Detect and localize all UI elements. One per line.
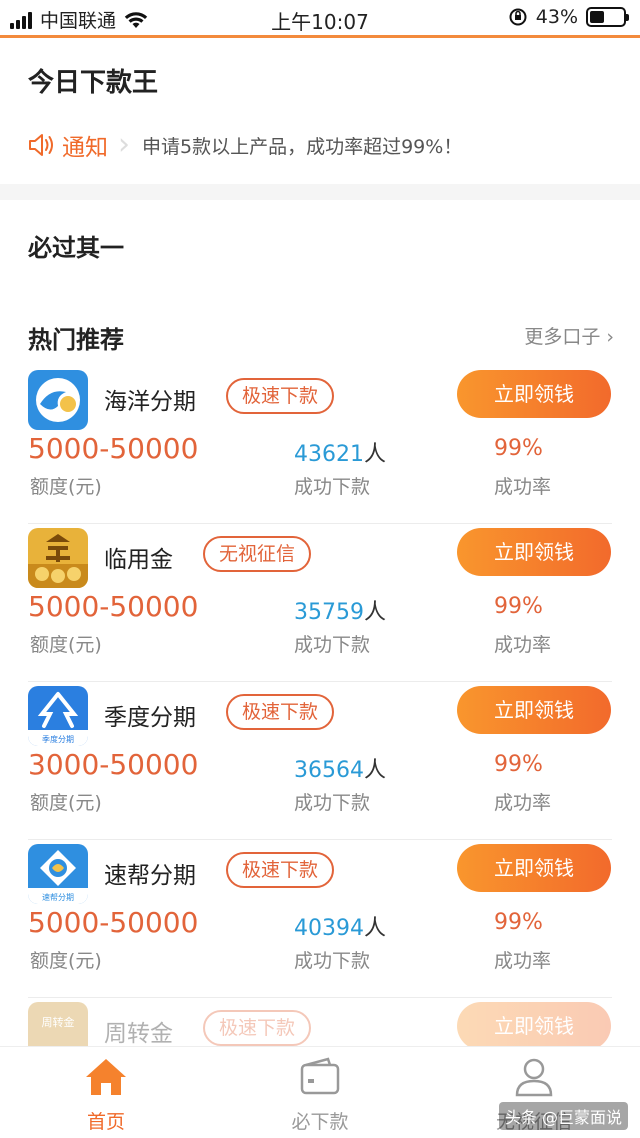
subang-logo-text: 速帮分期 [42,892,74,902]
success-rate: 99% [494,436,543,461]
amount-label: 额度(元) [30,792,102,814]
notice-label: 通知 [62,135,108,161]
success-count: 35759人 [294,594,386,626]
amount-range: 5000-50000 [28,432,199,465]
success-count-value: 40394 [294,916,364,941]
product-name: 季度分期 [104,705,196,731]
product-row[interactable]: 海洋分期 极速下款 立即领钱 5000-50000 额度(元) 43621人 成… [0,366,640,524]
success-count-unit: 人 [364,758,387,783]
header-accent-line [0,35,640,38]
success-count-unit: 人 [364,600,387,625]
success-rate-label: 成功率 [494,950,552,972]
claim-money-button[interactable]: 立即领钱 [457,844,611,892]
success-count-label: 成功下款 [294,476,371,498]
product-row[interactable]: 速帮分期 速帮分期 极速下款 立即领钱 5000-50000 额度(元) 403… [0,840,640,998]
section-separator [0,184,640,200]
amount-label: 额度(元) [30,950,102,972]
rotation-lock-icon [509,8,527,26]
product-tag: 极速下款 [203,1010,312,1046]
success-rate-label: 成功率 [494,476,552,498]
tab-must-loan[interactable]: 必下款 [240,1055,400,1134]
ocean-wave-icon [28,370,88,430]
amount-label: 额度(元) [30,476,102,498]
product-tag: 极速下款 [226,694,335,730]
battery-percent: 43% [535,6,578,28]
product-name: 周转金 [104,1021,173,1047]
success-count-unit: 人 [364,442,387,467]
zhouzhuan-logo-text: 周转金 [42,1015,75,1029]
success-rate: 99% [494,752,543,777]
product-row[interactable]: 季度分期 季度分期 极速下款 立即领钱 3000-50000 额度(元) 365… [0,682,640,840]
page-title: 今日下款王 [28,68,159,98]
quarter-logo-text: 季度分期 [42,734,74,744]
tab-label: 首页 [86,1111,125,1133]
tab-label: 必下款 [291,1111,349,1133]
success-count-label: 成功下款 [294,792,371,814]
watermark: 头条 @巨蒙面说 [498,1102,628,1130]
chevron-right-icon: › [118,127,130,162]
amount-label: 额度(元) [30,634,102,656]
amount-range: 3000-50000 [28,748,199,781]
product-name: 临用金 [104,547,173,573]
claim-money-button[interactable]: 立即领钱 [457,686,611,734]
must-pass-heading: 必过其一 [28,234,124,262]
success-rate-label: 成功率 [494,792,552,814]
claim-money-button[interactable]: 立即领钱 [457,370,611,418]
battery-icon [586,7,629,27]
product-tag: 无视征信 [203,536,312,572]
home-icon [86,1059,126,1095]
success-count: 36564人 [294,752,386,784]
amount-range: 5000-50000 [28,906,199,939]
product-tag: 极速下款 [226,852,335,888]
success-count-value: 43621 [294,442,364,467]
user-icon [515,1058,553,1097]
success-count-value: 35759 [294,600,364,625]
gold-coin-icon [28,528,88,588]
product-row[interactable]: 临用金 无视征信 立即领钱 5000-50000 额度(元) 35759人 成功… [0,524,640,682]
wallet-icon [300,1057,340,1095]
amount-range: 5000-50000 [28,590,199,623]
quarter-logo-icon: 季度分期 [28,686,88,746]
success-count: 40394人 [294,910,386,942]
claim-money-button[interactable]: 立即领钱 [457,528,611,576]
success-rate: 99% [494,910,543,935]
notice-bar[interactable]: 通知 › 申请5款以上产品，成功率超过99%！ [26,128,462,162]
product-name: 速帮分期 [104,863,196,889]
hot-recommend-heading: 热门推荐 [28,326,124,354]
success-count-unit: 人 [364,916,387,941]
success-count: 43621人 [294,436,386,468]
tab-home[interactable]: 首页 [26,1055,186,1134]
success-count-value: 36564 [294,758,364,783]
product-name: 海洋分期 [104,389,196,415]
claim-money-button[interactable]: 立即领钱 [457,1002,611,1050]
more-link[interactable]: 更多口子 › [524,322,614,349]
success-rate-label: 成功率 [494,634,552,656]
success-rate: 99% [494,594,543,619]
notice-text: 申请5款以上产品，成功率超过99%！ [142,135,463,158]
status-bar: 中国联通 上午10:07 43% [0,0,640,36]
product-tag: 极速下款 [226,378,335,414]
success-count-label: 成功下款 [294,634,371,656]
success-count-label: 成功下款 [294,950,371,972]
speaker-icon [29,134,53,156]
subang-logo-icon: 速帮分期 [28,844,88,904]
